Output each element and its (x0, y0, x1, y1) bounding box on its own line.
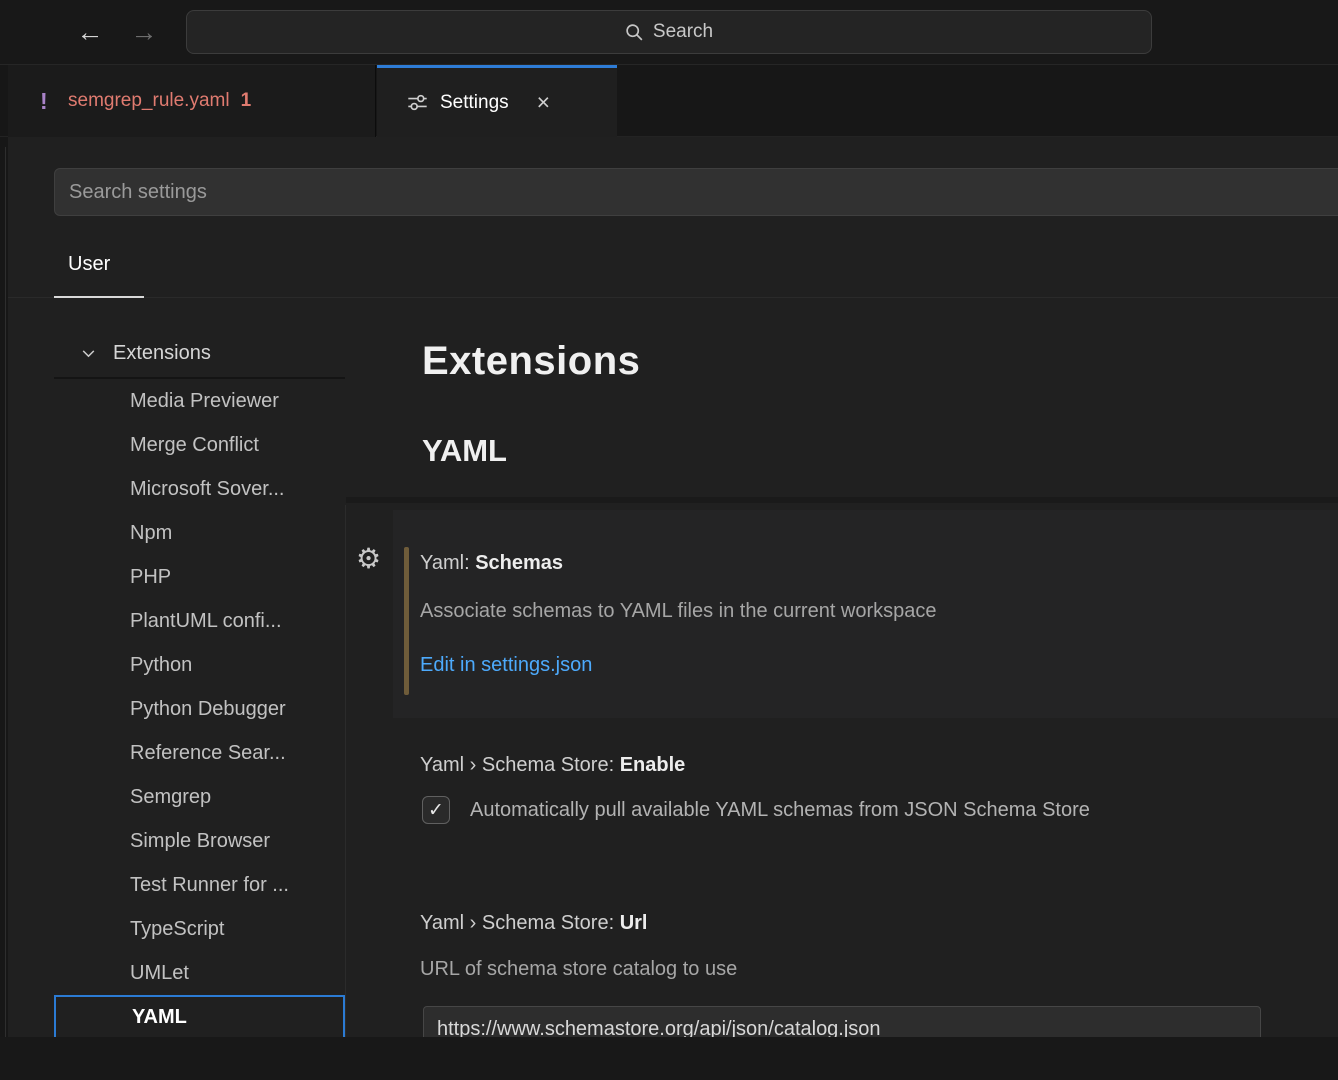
window-left-edge (0, 137, 8, 1080)
content-group-title: Extensions (422, 339, 640, 384)
tab-file-label: semgrep_rule.yaml (68, 90, 230, 112)
toc-item[interactable]: Media Previewer (54, 379, 345, 423)
tab-settings[interactable]: Settings × (377, 65, 617, 137)
toc-item[interactable]: PHP (54, 555, 345, 599)
toc-item[interactable]: TypeScript (54, 907, 345, 951)
toc-item[interactable]: Npm (54, 511, 345, 555)
setting-row-schema-store-enable: Yaml › Schema Store: Enable ✓ Automatica… (393, 718, 1338, 888)
content-section-title: YAML (422, 433, 507, 469)
toc-item[interactable]: Reference Sear... (54, 731, 345, 775)
scope-tab-user[interactable]: User (54, 232, 144, 298)
header-shadow (346, 497, 1338, 503)
tab-settings-label: Settings (440, 92, 509, 114)
tab-semgrep-rule-yaml[interactable]: ! semgrep_rule.yaml 1 (8, 65, 376, 137)
setting-description: URL of schema store catalog to use (420, 958, 737, 981)
command-center-search[interactable]: Search (186, 10, 1152, 54)
tab-file-problem-badge: 1 (241, 90, 252, 112)
editor-tab-bar: ! semgrep_rule.yaml 1 Settings × (0, 65, 1338, 137)
toc-list: Media PreviewerMerge ConflictMicrosoft S… (54, 379, 345, 1037)
command-center-label: Search (653, 21, 713, 43)
toc-item[interactable]: Python (54, 643, 345, 687)
gear-icon[interactable]: ⚙ (356, 545, 381, 573)
toc-item[interactable]: YAML (54, 995, 345, 1037)
settings-search-input[interactable] (54, 168, 1338, 216)
setting-row-yaml-schemas: Yaml: Schemas Associate schemas to YAML … (393, 510, 1338, 718)
toc-item[interactable]: Simple Browser (54, 819, 345, 863)
settings-scope-tabs: User (8, 232, 1338, 298)
search-icon (625, 23, 644, 42)
toc-item[interactable]: Merge Conflict (54, 423, 345, 467)
settings-toc: Extensions Media PreviewerMerge Conflict… (54, 330, 345, 1037)
settings-sliders-icon (407, 92, 428, 113)
setting-title: Yaml: Schemas (420, 552, 563, 575)
toc-item[interactable]: Semgrep (54, 775, 345, 819)
setting-description: Associate schemas to YAML files in the c… (420, 600, 937, 623)
schema-store-enable-checkbox[interactable]: ✓ (422, 796, 450, 824)
toc-item[interactable]: Python Debugger (54, 687, 345, 731)
setting-row-schema-store-url: Yaml › Schema Store: Url URL of schema s… (393, 888, 1338, 1037)
chevron-down-icon (80, 345, 97, 362)
yaml-file-icon: ! (40, 88, 68, 115)
back-arrow-icon[interactable]: ← (72, 14, 108, 50)
settings-editor: User Extensions Media PreviewerMerge Con… (8, 137, 1338, 1037)
setting-title: Yaml › Schema Store: Url (420, 912, 648, 935)
toc-item[interactable]: UMLet (54, 951, 345, 995)
edit-in-settings-json-link[interactable]: Edit in settings.json (420, 654, 592, 677)
toc-item[interactable]: Microsoft Sover... (54, 467, 345, 511)
window-bottom-edge (0, 1037, 1338, 1080)
title-bar: ← → Search (0, 0, 1338, 65)
close-icon[interactable]: × (537, 91, 550, 114)
toc-root-extensions[interactable]: Extensions (54, 330, 345, 377)
modified-indicator (404, 547, 409, 695)
setting-title: Yaml › Schema Store: Enable (420, 754, 685, 777)
checkbox-label: Automatically pull available YAML schema… (470, 799, 1090, 822)
schema-store-url-input[interactable] (423, 1006, 1261, 1037)
forward-arrow-icon[interactable]: → (126, 14, 162, 50)
toc-item[interactable]: Test Runner for ... (54, 863, 345, 907)
toc-item[interactable]: PlantUML confi... (54, 599, 345, 643)
toc-content-divider[interactable] (345, 505, 346, 1037)
toc-root-label: Extensions (113, 342, 211, 365)
